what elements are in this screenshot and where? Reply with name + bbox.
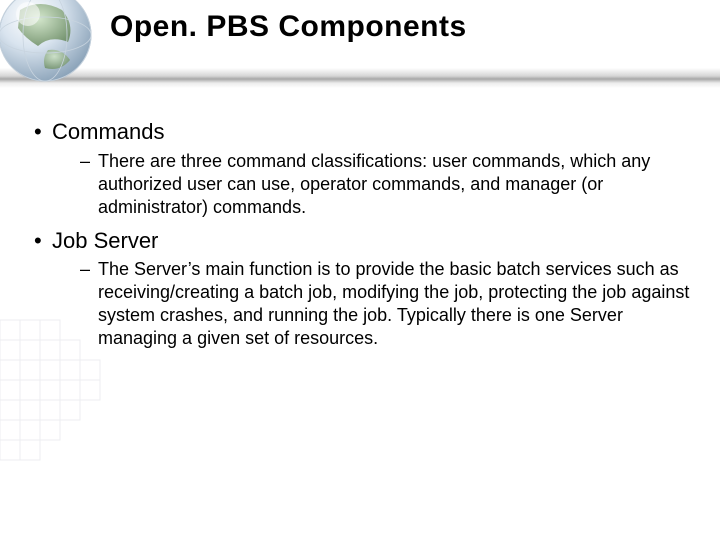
bullet-2-label: Job Server xyxy=(52,228,158,253)
bullet-2-sub-1: The Server’s main function is to provide… xyxy=(30,258,690,350)
slide-title: Open. PBS Components xyxy=(110,10,700,44)
slide: Open. PBS Components Commands There are … xyxy=(0,0,720,540)
bullet-1: Commands xyxy=(30,118,690,146)
bullet-1-label: Commands xyxy=(52,119,164,144)
title-divider xyxy=(0,68,720,88)
title-area: Open. PBS Components xyxy=(110,10,700,70)
globe-icon xyxy=(0,0,100,90)
bullet-1-sub-1: There are three command classifications:… xyxy=(30,150,690,219)
bullet-2: Job Server xyxy=(30,227,690,255)
content-area: Commands There are three command classif… xyxy=(30,110,690,520)
